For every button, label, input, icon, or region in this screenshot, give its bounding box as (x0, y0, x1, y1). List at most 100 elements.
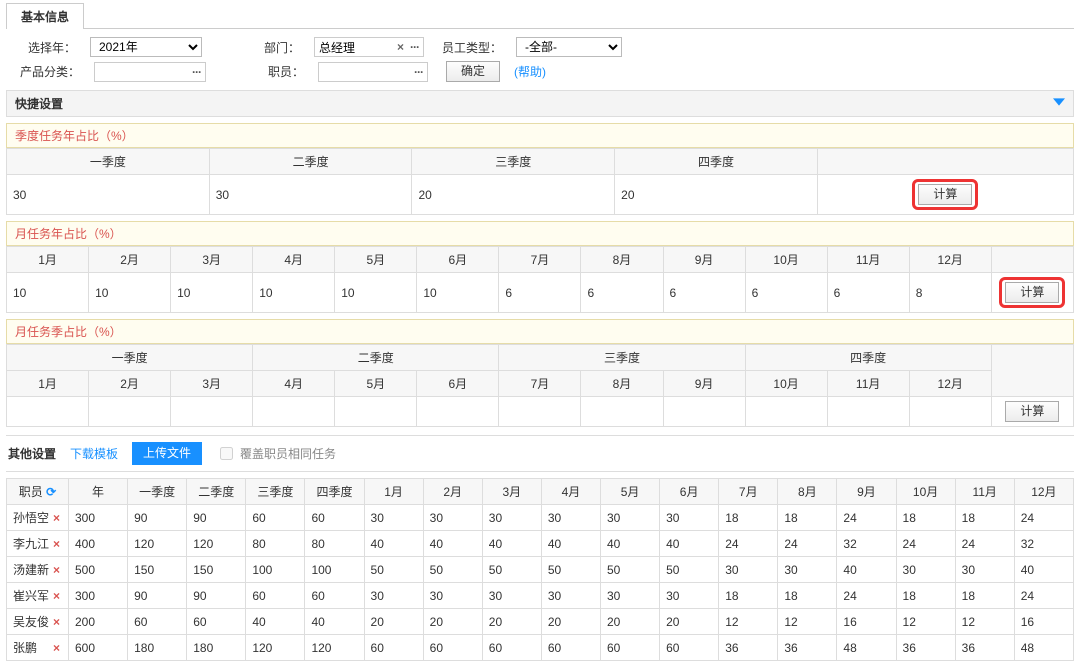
emp-value[interactable]: 18 (778, 583, 837, 609)
emp-value[interactable]: 100 (246, 557, 305, 583)
emp-value[interactable]: 60 (305, 505, 364, 531)
category-input[interactable] (95, 63, 188, 81)
emp-value[interactable]: 60 (541, 635, 600, 661)
emp-value[interactable]: 180 (128, 635, 187, 661)
month-quarter-value[interactable] (253, 397, 335, 427)
emp-value[interactable]: 30 (423, 583, 482, 609)
calc-quarter-year-button[interactable]: 计算 (918, 184, 972, 205)
help-link[interactable]: (帮助) (514, 63, 546, 80)
emp-value[interactable]: 30 (896, 557, 955, 583)
emp-value[interactable]: 40 (305, 609, 364, 635)
emp-value[interactable]: 32 (1014, 531, 1073, 557)
emp-value[interactable]: 60 (482, 635, 541, 661)
emp-value[interactable]: 120 (305, 635, 364, 661)
emp-value[interactable]: 400 (69, 531, 128, 557)
confirm-button[interactable]: 确定 (446, 61, 500, 82)
emp-value[interactable]: 40 (600, 531, 659, 557)
emp-value[interactable]: 120 (246, 635, 305, 661)
emp-value[interactable]: 24 (837, 583, 896, 609)
emp-value[interactable]: 50 (541, 557, 600, 583)
emp-value[interactable]: 60 (187, 609, 246, 635)
emp-type-select[interactable]: -全部- (516, 37, 622, 57)
emp-value[interactable]: 80 (305, 531, 364, 557)
emp-value[interactable]: 40 (660, 531, 719, 557)
emp-value[interactable]: 40 (423, 531, 482, 557)
emp-value[interactable]: 300 (69, 583, 128, 609)
month-year-value[interactable]: 6 (663, 273, 745, 313)
month-quarter-value[interactable] (499, 397, 581, 427)
emp-value[interactable]: 30 (541, 583, 600, 609)
emp-value[interactable]: 12 (896, 609, 955, 635)
emp-value[interactable]: 24 (955, 531, 1014, 557)
emp-value[interactable]: 30 (423, 505, 482, 531)
emp-value[interactable]: 90 (187, 505, 246, 531)
month-year-value[interactable]: 10 (89, 273, 171, 313)
category-lookup[interactable]: ··· (94, 62, 206, 82)
emp-value[interactable]: 30 (660, 583, 719, 609)
overwrite-checkbox-wrap[interactable]: 覆盖职员相同任务 (216, 444, 336, 463)
dots-icon[interactable]: ··· (410, 65, 427, 79)
emp-value[interactable]: 120 (187, 531, 246, 557)
month-year-value[interactable]: 6 (745, 273, 827, 313)
emp-value[interactable]: 20 (541, 609, 600, 635)
month-year-value[interactable]: 10 (417, 273, 499, 313)
month-year-value[interactable]: 6 (499, 273, 581, 313)
emp-value[interactable]: 60 (423, 635, 482, 661)
emp-value[interactable]: 80 (246, 531, 305, 557)
emp-value[interactable]: 24 (837, 505, 896, 531)
month-quarter-value[interactable] (581, 397, 663, 427)
month-year-value[interactable]: 10 (171, 273, 253, 313)
month-year-value[interactable]: 6 (827, 273, 909, 313)
staff-lookup[interactable]: ··· (318, 62, 428, 82)
emp-value[interactable]: 60 (246, 583, 305, 609)
month-quarter-value[interactable] (663, 397, 745, 427)
q4-value[interactable]: 20 (615, 175, 818, 215)
emp-value[interactable]: 30 (955, 557, 1014, 583)
staff-input[interactable] (319, 63, 410, 81)
month-quarter-value[interactable] (335, 397, 417, 427)
emp-value[interactable]: 24 (896, 531, 955, 557)
month-quarter-value[interactable] (909, 397, 991, 427)
emp-value[interactable]: 20 (660, 609, 719, 635)
emp-value[interactable]: 30 (600, 583, 659, 609)
dots-icon[interactable]: ··· (406, 40, 423, 54)
emp-value[interactable]: 60 (305, 583, 364, 609)
emp-value[interactable]: 36 (778, 635, 837, 661)
emp-value[interactable]: 24 (719, 531, 778, 557)
month-year-value[interactable]: 6 (581, 273, 663, 313)
emp-value[interactable]: 40 (541, 531, 600, 557)
tab-basic-info[interactable]: 基本信息 (6, 3, 84, 29)
month-year-value[interactable]: 10 (253, 273, 335, 313)
emp-value[interactable]: 90 (128, 583, 187, 609)
emp-value[interactable]: 18 (896, 505, 955, 531)
q3-value[interactable]: 20 (412, 175, 615, 215)
emp-value[interactable]: 50 (600, 557, 659, 583)
emp-value[interactable]: 30 (482, 583, 541, 609)
upload-file-button[interactable]: 上传文件 (132, 442, 202, 465)
delete-icon[interactable]: × (51, 563, 62, 577)
emp-value[interactable]: 60 (246, 505, 305, 531)
emp-value[interactable]: 60 (600, 635, 659, 661)
calc-month-quarter-button[interactable]: 计算 (1005, 401, 1059, 422)
emp-value[interactable]: 48 (1014, 635, 1073, 661)
emp-value[interactable]: 18 (955, 583, 1014, 609)
emp-value[interactable]: 150 (128, 557, 187, 583)
month-year-value[interactable]: 10 (335, 273, 417, 313)
emp-value[interactable]: 40 (246, 609, 305, 635)
month-year-value[interactable]: 10 (7, 273, 89, 313)
emp-value[interactable]: 40 (1014, 557, 1073, 583)
emp-value[interactable]: 50 (423, 557, 482, 583)
emp-value[interactable]: 30 (364, 583, 423, 609)
emp-value[interactable]: 50 (364, 557, 423, 583)
dots-icon[interactable]: ··· (188, 65, 205, 79)
emp-value[interactable]: 40 (482, 531, 541, 557)
emp-value[interactable]: 30 (719, 557, 778, 583)
q2-value[interactable]: 30 (209, 175, 412, 215)
emp-value[interactable]: 24 (778, 531, 837, 557)
emp-value[interactable]: 24 (1014, 583, 1073, 609)
emp-value[interactable]: 50 (660, 557, 719, 583)
emp-value[interactable]: 50 (482, 557, 541, 583)
month-quarter-value[interactable] (417, 397, 499, 427)
emp-value[interactable]: 30 (541, 505, 600, 531)
emp-value[interactable]: 30 (660, 505, 719, 531)
